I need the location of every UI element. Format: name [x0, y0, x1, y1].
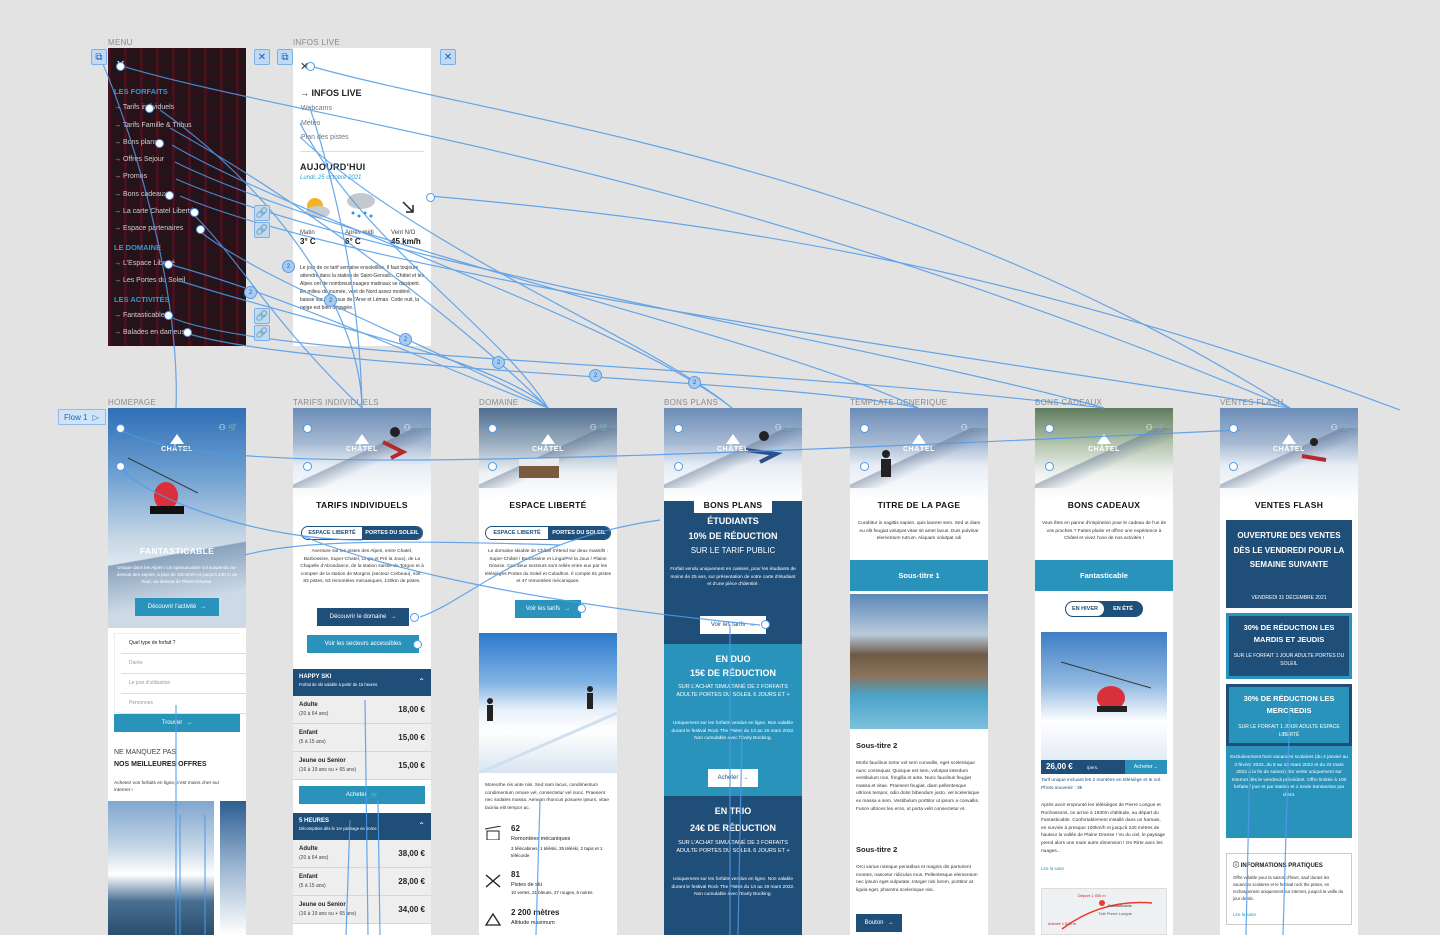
- prototype-handle-icon[interactable]: ⧉: [277, 49, 293, 65]
- hotspot-dot[interactable]: [164, 260, 173, 269]
- hotspot-dot[interactable]: [577, 604, 586, 613]
- hotspot-dot[interactable]: [116, 462, 125, 471]
- hotspot-dot[interactable]: [190, 208, 199, 217]
- connection-count-badge: 2: [688, 376, 701, 389]
- hotspot-dot[interactable]: [165, 191, 174, 200]
- hotspot-dot[interactable]: [116, 62, 125, 71]
- prototype-connectors: [99, 56, 1401, 935]
- hotspot-dot[interactable]: [303, 424, 312, 433]
- prototype-handle-icon[interactable]: ⧉: [91, 49, 107, 65]
- hotspot-dot[interactable]: [488, 462, 497, 471]
- hotspot-dot[interactable]: [164, 311, 173, 320]
- hotspot-dot[interactable]: [761, 620, 770, 629]
- hotspot-dot[interactable]: [1045, 462, 1054, 471]
- hotspot-dot[interactable]: [1229, 424, 1238, 433]
- hotspot-dot[interactable]: [674, 462, 683, 471]
- connection-count-badge: 2: [399, 333, 412, 346]
- hotspot-dot[interactable]: [426, 193, 435, 202]
- hotspot-dot[interactable]: [413, 640, 422, 649]
- hotspot-dot[interactable]: [155, 139, 164, 148]
- link-icon[interactable]: 🔗: [254, 222, 270, 238]
- hotspot-dot[interactable]: [183, 328, 192, 337]
- hotspot-dot[interactable]: [860, 424, 869, 433]
- hotspot-dot[interactable]: [1045, 424, 1054, 433]
- hotspot-dot[interactable]: [1229, 462, 1238, 471]
- connection-count-badge: 2: [492, 356, 505, 369]
- hotspot-dot[interactable]: [196, 225, 205, 234]
- connection-count-badge: 2: [324, 294, 337, 307]
- link-icon[interactable]: 🔗: [254, 308, 270, 324]
- connection-count-badge: 2: [244, 286, 257, 299]
- connection-count-badge: 2: [282, 260, 295, 273]
- connection-count-badge: 2: [589, 369, 602, 382]
- hotspot-dot[interactable]: [410, 613, 419, 622]
- close-overlay-icon[interactable]: ✕: [254, 49, 270, 65]
- hotspot-dot[interactable]: [860, 462, 869, 471]
- close-overlay-icon[interactable]: ✕: [440, 49, 456, 65]
- link-icon[interactable]: 🔗: [254, 205, 270, 221]
- hotspot-dot[interactable]: [116, 424, 125, 433]
- hotspot-dot[interactable]: [303, 462, 312, 471]
- hotspot-dot[interactable]: [488, 424, 497, 433]
- hotspot-dot[interactable]: [306, 62, 315, 71]
- hotspot-dot[interactable]: [674, 424, 683, 433]
- link-icon[interactable]: 🔗: [254, 325, 270, 341]
- hotspot-dot[interactable]: [145, 104, 154, 113]
